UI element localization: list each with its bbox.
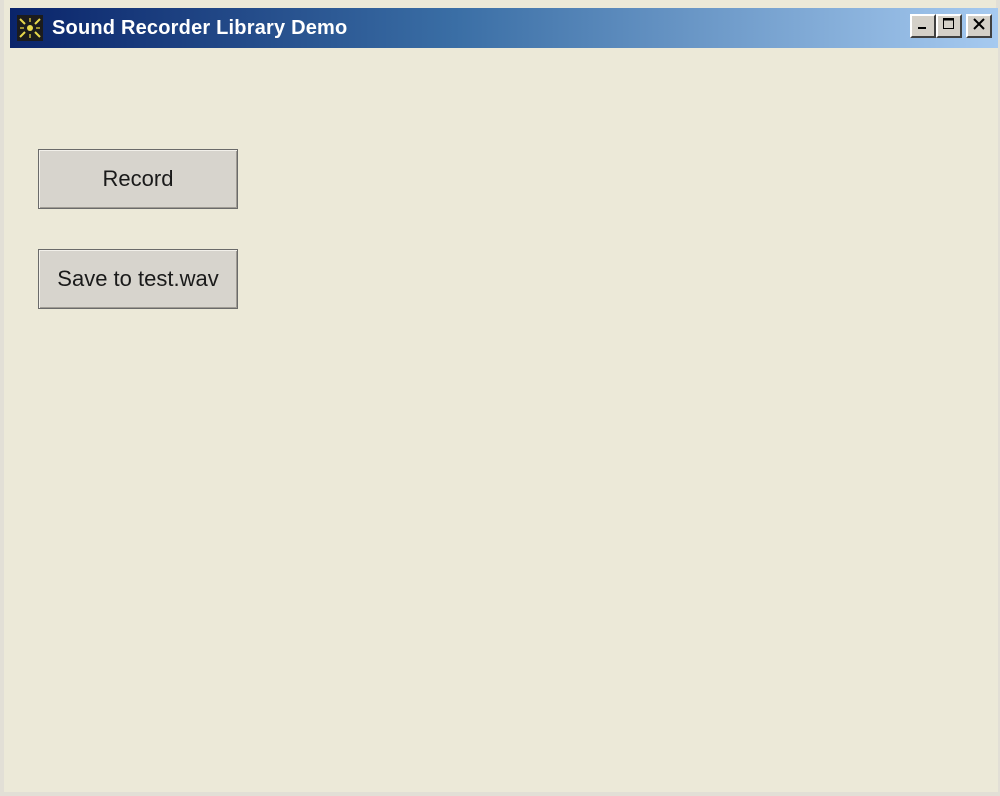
close-icon (972, 17, 986, 36)
maximize-icon (942, 17, 956, 36)
close-button[interactable] (966, 14, 992, 38)
minimize-icon (916, 17, 930, 36)
title-bar[interactable]: Sound Recorder Library Demo (10, 8, 998, 48)
app-icon (14, 12, 46, 44)
record-button[interactable]: Record (38, 149, 238, 209)
save-button[interactable]: Save to test.wav (38, 249, 238, 309)
window-title: Sound Recorder Library Demo (52, 16, 348, 39)
app-window: Sound Recorder Library Demo Record Save … (0, 0, 1000, 796)
minimize-button[interactable] (910, 14, 936, 38)
maximize-button[interactable] (936, 14, 962, 38)
title-controls (910, 14, 992, 38)
client-area: Record Save to test.wav (10, 48, 998, 792)
